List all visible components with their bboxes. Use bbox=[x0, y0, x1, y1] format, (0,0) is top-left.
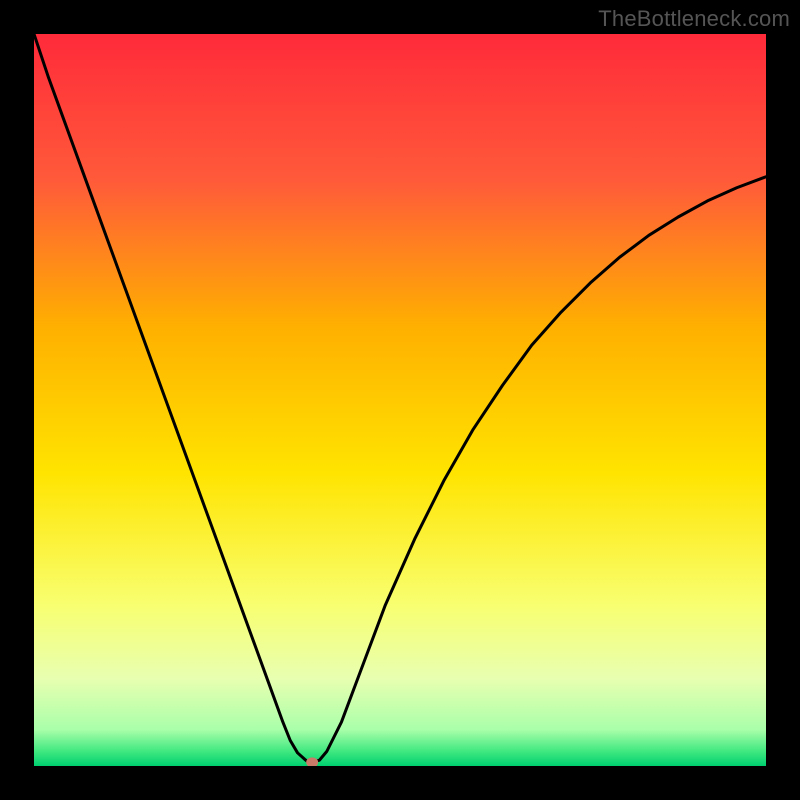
chart-background bbox=[34, 34, 766, 766]
chart-plot-area bbox=[34, 34, 766, 766]
chart-frame: TheBottleneck.com bbox=[0, 0, 800, 800]
chart-svg bbox=[34, 34, 766, 766]
watermark-text: TheBottleneck.com bbox=[598, 6, 790, 32]
